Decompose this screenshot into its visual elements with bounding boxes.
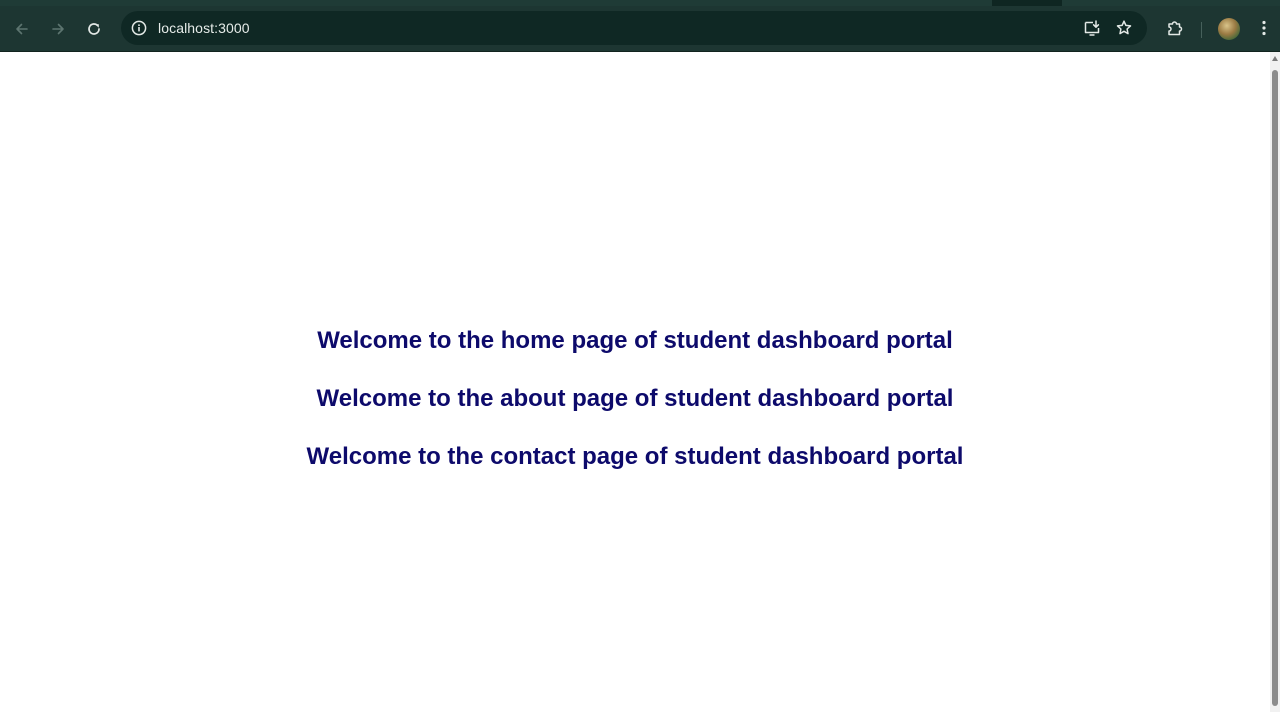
- extensions-button[interactable]: [1164, 17, 1186, 39]
- contact-welcome-heading: Welcome to the contact page of student d…: [306, 443, 964, 470]
- scrollbar-thumb[interactable]: [1272, 70, 1278, 706]
- home-welcome-heading: Welcome to the home page of student dash…: [317, 327, 953, 354]
- install-app-icon: [1084, 20, 1100, 36]
- browser-toolbar: localhost:3000: [0, 6, 1280, 52]
- back-button[interactable]: [8, 15, 36, 43]
- browser-window: localhost:3000 Welcome to the home page …: [0, 0, 1280, 712]
- url-text[interactable]: localhost:3000: [158, 19, 250, 37]
- forward-arrow-icon: [52, 23, 64, 35]
- scroll-up-arrow-icon[interactable]: [1272, 56, 1278, 61]
- reload-button[interactable]: [80, 15, 108, 43]
- about-welcome-heading: Welcome to the about page of student das…: [316, 385, 954, 412]
- address-bar[interactable]: localhost:3000: [121, 11, 1147, 45]
- info-icon[interactable]: [130, 19, 148, 37]
- page-content: Welcome to the home page of student dash…: [0, 52, 1270, 712]
- star-icon: [1116, 20, 1132, 35]
- vertical-scrollbar[interactable]: [1270, 52, 1280, 712]
- avatar[interactable]: [1218, 18, 1240, 40]
- reload-icon: [88, 23, 100, 35]
- kebab-menu-icon: [1262, 20, 1266, 36]
- forward-button[interactable]: [44, 15, 72, 43]
- page-viewport: Welcome to the home page of student dash…: [0, 52, 1270, 712]
- toolbar-divider: [1201, 22, 1202, 38]
- browser-menu-button[interactable]: [1254, 17, 1274, 39]
- back-arrow-icon: [16, 23, 28, 35]
- puzzle-icon: [1168, 21, 1183, 36]
- install-app-button[interactable]: [1082, 18, 1102, 38]
- bookmark-button[interactable]: [1114, 18, 1134, 38]
